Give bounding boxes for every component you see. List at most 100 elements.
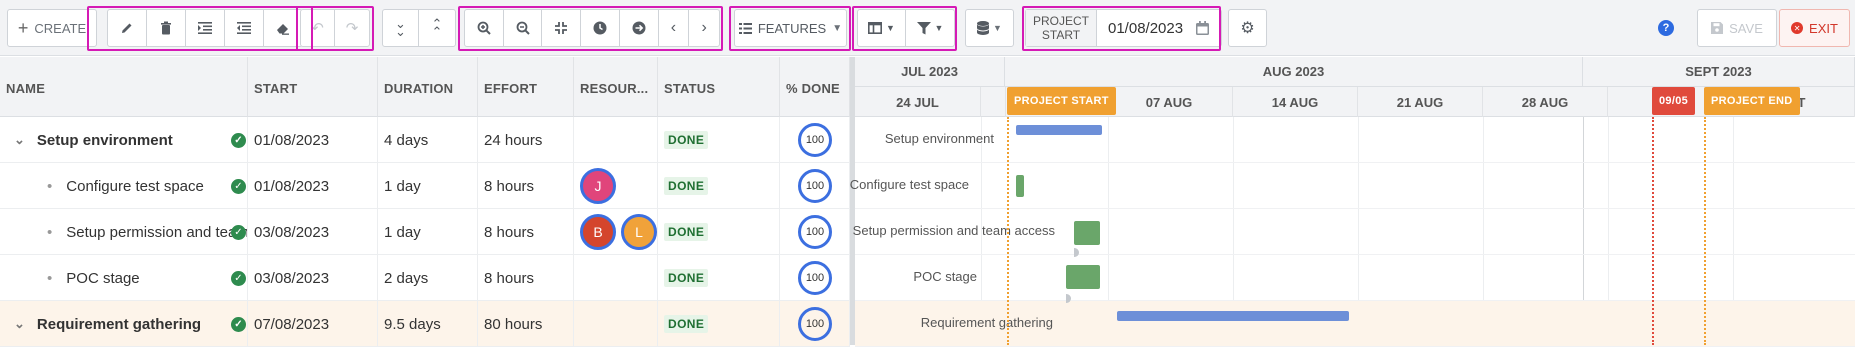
percent-done-cell[interactable]: 100 bbox=[780, 117, 850, 163]
calendar-icon[interactable] bbox=[1196, 21, 1209, 35]
summary-bar[interactable] bbox=[1016, 125, 1102, 135]
percent-done-cell[interactable]: 100 bbox=[780, 209, 850, 255]
outdent-button[interactable] bbox=[225, 10, 264, 46]
task-bar[interactable] bbox=[1016, 175, 1024, 197]
effort-cell[interactable]: 8 hours bbox=[478, 163, 574, 209]
avatar[interactable]: B bbox=[580, 214, 616, 250]
resources-cell[interactable]: J bbox=[574, 163, 658, 209]
name-cell[interactable]: • POC stage ✓ bbox=[0, 255, 248, 301]
week-spacer bbox=[981, 87, 1006, 117]
start-cell[interactable]: 03/08/2023 bbox=[248, 209, 378, 255]
exit-label: EXIT bbox=[1809, 20, 1838, 36]
start-cell[interactable]: 01/08/2023 bbox=[248, 117, 378, 163]
table-row[interactable]: ⌄ Setup environment ✓ 01/08/2023 4 days … bbox=[0, 117, 850, 163]
column-header-percent-done[interactable]: % DONE bbox=[780, 57, 850, 117]
chevron-down-icon[interactable]: ⌄ bbox=[14, 316, 25, 332]
column-header-resources[interactable]: RESOUR... bbox=[574, 57, 658, 117]
indent-button[interactable] bbox=[186, 10, 225, 46]
data-dropdown[interactable]: ▼ bbox=[965, 9, 1014, 47]
filter-dropdown[interactable]: ▼ bbox=[906, 10, 954, 46]
edit-button[interactable] bbox=[108, 10, 147, 46]
task-bar[interactable] bbox=[1066, 265, 1100, 289]
name-cell[interactable]: ⌄ Setup environment ✓ bbox=[0, 117, 248, 163]
help-icon[interactable]: ? bbox=[1658, 20, 1674, 36]
column-header-duration[interactable]: DURATION bbox=[378, 57, 478, 117]
status-cell[interactable]: DONE bbox=[658, 255, 780, 301]
effort-cell[interactable]: 8 hours bbox=[478, 255, 574, 301]
column-header-start[interactable]: START bbox=[248, 57, 378, 117]
avatar[interactable]: L bbox=[621, 214, 657, 250]
duration-cell[interactable]: 2 days bbox=[378, 255, 478, 301]
project-start-input[interactable]: 01/08/2023 bbox=[1097, 10, 1196, 46]
start-cell[interactable]: 03/08/2023 bbox=[248, 255, 378, 301]
column-header-status[interactable]: STATUS bbox=[658, 57, 780, 117]
table-row[interactable]: • Setup permission and team access ✓ 03/… bbox=[0, 209, 850, 255]
zoom-out-button[interactable] bbox=[504, 10, 543, 46]
percent-done-cell[interactable]: 100 bbox=[780, 255, 850, 301]
percent-done-cell[interactable]: 100 bbox=[780, 163, 850, 209]
expand-all-button[interactable]: ⌄ ⌄ bbox=[383, 10, 420, 46]
create-button[interactable]: + CREATE bbox=[7, 9, 97, 47]
eraser-button[interactable] bbox=[264, 10, 302, 46]
duration-cell[interactable]: 1 day bbox=[378, 209, 478, 255]
chevron-left-icon: ‹ bbox=[670, 19, 677, 36]
effort-cell[interactable]: 24 hours bbox=[478, 117, 574, 163]
redo-button[interactable]: ↷ bbox=[335, 10, 369, 46]
percent-done-cell[interactable]: 100 bbox=[780, 301, 850, 347]
duration-cell[interactable]: 4 days bbox=[378, 117, 478, 163]
edit-tools-group bbox=[107, 9, 303, 47]
chevron-right-icon: › bbox=[701, 19, 707, 36]
start-cell[interactable]: 01/08/2023 bbox=[248, 163, 378, 209]
previous-timespan-button[interactable]: ‹ bbox=[659, 10, 690, 46]
bullet-icon: • bbox=[47, 177, 53, 195]
name-cell[interactable]: • Setup permission and team access ✓ bbox=[0, 209, 248, 255]
project-start-marker[interactable]: PROJECT START bbox=[1007, 87, 1116, 115]
resources-cell[interactable] bbox=[574, 255, 658, 301]
chevron-down-icon[interactable]: ⌄ bbox=[14, 132, 25, 148]
compress-icon bbox=[555, 22, 568, 34]
resources-cell[interactable] bbox=[574, 301, 658, 347]
status-cell[interactable]: DONE bbox=[658, 209, 780, 255]
effort-cell[interactable]: 80 hours bbox=[478, 301, 574, 347]
start-cell[interactable]: 07/08/2023 bbox=[248, 301, 378, 347]
duration-cell[interactable]: 9.5 days bbox=[378, 301, 478, 347]
arrow-circle-right-icon bbox=[632, 21, 646, 35]
pencil-icon bbox=[122, 23, 132, 33]
duration-cell[interactable]: 1 day bbox=[378, 163, 478, 209]
exit-button[interactable]: ✕ EXIT bbox=[1779, 9, 1850, 47]
table-row[interactable]: ⌄ Requirement gathering ✓ 07/08/2023 9.5… bbox=[0, 301, 850, 347]
column-header-name[interactable]: NAME bbox=[0, 57, 248, 117]
features-dropdown[interactable]: FEATURES ▼ bbox=[734, 9, 847, 47]
undo-button[interactable]: ↶ bbox=[301, 10, 336, 46]
zoom-in-button[interactable] bbox=[465, 10, 504, 46]
collapse-all-button[interactable]: ⌃ ⌃ bbox=[419, 10, 455, 46]
scroll-to-task-button[interactable] bbox=[620, 10, 659, 46]
delete-button[interactable] bbox=[147, 10, 186, 46]
table-row[interactable]: • POC stage ✓ 03/08/2023 2 days 8 hours … bbox=[0, 255, 850, 301]
next-timespan-button[interactable]: › bbox=[689, 10, 719, 46]
avatar[interactable]: J bbox=[580, 168, 616, 204]
name-cell[interactable]: ⌄ Requirement gathering ✓ bbox=[0, 301, 248, 347]
eraser-icon bbox=[277, 23, 289, 35]
indent-icon bbox=[198, 22, 212, 34]
resources-cell[interactable]: B L bbox=[574, 209, 658, 255]
effort-cell[interactable]: 8 hours bbox=[478, 209, 574, 255]
project-end-marker[interactable]: PROJECT END bbox=[1704, 87, 1800, 115]
status-cell[interactable]: DONE bbox=[658, 163, 780, 209]
task-bar[interactable] bbox=[1074, 221, 1100, 245]
settings-button[interactable]: ⚙ bbox=[1228, 9, 1267, 47]
expand-collapse-group: ⌄ ⌄ ⌃ ⌃ bbox=[382, 9, 456, 47]
name-cell[interactable]: • Configure test space ✓ bbox=[0, 163, 248, 209]
scroll-to-now-button[interactable] bbox=[581, 10, 620, 46]
status-cell[interactable]: DONE bbox=[658, 301, 780, 347]
today-marker[interactable]: 09/05 bbox=[1652, 87, 1696, 115]
resources-cell[interactable] bbox=[574, 117, 658, 163]
table-row[interactable]: • Configure test space ✓ 01/08/2023 1 da… bbox=[0, 163, 850, 209]
summary-bar[interactable] bbox=[1117, 311, 1349, 321]
columns-dropdown[interactable]: ▼ bbox=[858, 10, 907, 46]
column-header-effort[interactable]: EFFORT bbox=[478, 57, 574, 117]
project-start-line bbox=[1007, 117, 1009, 345]
save-button[interactable]: SAVE bbox=[1697, 9, 1777, 47]
zoom-to-fit-button[interactable] bbox=[542, 10, 582, 46]
status-cell[interactable]: DONE bbox=[658, 117, 780, 163]
